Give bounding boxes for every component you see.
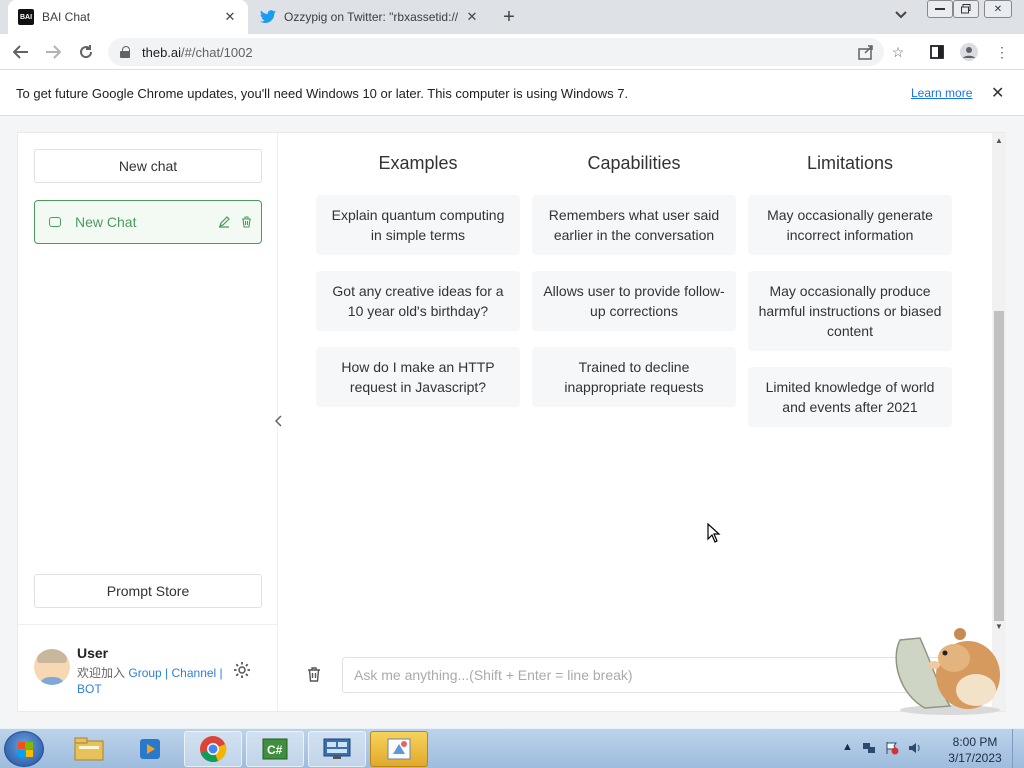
taskbar-csharp-editor-icon[interactable]: C#: [246, 731, 304, 767]
start-button[interactable]: [4, 731, 44, 767]
taskbar-remote-desktop-icon[interactable]: [308, 731, 366, 767]
url-text: theb.ai/#/chat/1002: [142, 44, 253, 60]
share-icon[interactable]: [857, 43, 875, 61]
show-hidden-icons-icon[interactable]: ▲: [842, 741, 853, 758]
message-input[interactable]: [342, 657, 952, 693]
examples-column: Examples Explain quantum computing in si…: [316, 153, 520, 423]
new-tab-icon[interactable]: +: [497, 5, 521, 29]
mouse-cursor-icon: [707, 522, 721, 548]
network-icon[interactable]: [862, 741, 876, 758]
column-title: Examples: [378, 153, 458, 173]
channel-link[interactable]: Channel: [172, 666, 217, 680]
minimize-window-icon[interactable]: [927, 0, 953, 18]
side-panel-icon[interactable]: [928, 43, 946, 61]
tab-title: BAI Chat: [42, 10, 91, 24]
profile-icon[interactable]: [960, 43, 978, 61]
browser-tab-strip: BAI BAI Chat ✕ Ozzypig on Twitter: "rbxa…: [0, 0, 1024, 34]
bookmark-star-icon[interactable]: ☆: [889, 43, 907, 61]
taskbar-clock[interactable]: 8:00 PM 3/17/2023: [942, 734, 1008, 766]
taskbar-explorer-icon[interactable]: [60, 731, 118, 767]
group-link[interactable]: Group: [128, 666, 161, 680]
delete-trash-icon[interactable]: [239, 215, 253, 229]
show-desktop-button[interactable]: [1012, 729, 1024, 768]
user-info: User 欢迎加入 Group | Channel | BOT: [18, 624, 278, 711]
close-tab-icon[interactable]: ✕: [222, 9, 238, 25]
clock-date: 3/17/2023: [948, 751, 1002, 765]
page-background: New chat New Chat Prompt Store User 欢迎加入…: [0, 116, 1024, 728]
system-tray: ▲: [842, 741, 922, 758]
taskbar-paint-icon[interactable]: [370, 731, 428, 767]
prompt-store-button[interactable]: Prompt Store: [34, 574, 262, 608]
reload-icon[interactable]: [76, 42, 96, 62]
user-community-links: 欢迎加入 Group | Channel | BOT: [77, 666, 223, 696]
column-title: Limitations: [806, 153, 894, 173]
taskbar-chrome-icon[interactable]: [184, 731, 242, 767]
limitation-item: Limited knowledge of world and events af…: [748, 367, 952, 427]
close-infobar-icon[interactable]: ✕: [991, 83, 1004, 103]
lock-icon: [120, 46, 130, 58]
chat-item-label: New Chat: [75, 214, 137, 230]
tab-title: Ozzypig on Twitter: "rbxassetid://: [284, 10, 459, 24]
limitation-item: May occasionally generate incorrect info…: [748, 195, 952, 255]
edit-pencil-icon[interactable]: [217, 215, 231, 229]
windows-taskbar: C# ▲ 8:00 PM 3/17/2023: [0, 728, 1024, 768]
update-infobar: To get future Google Chrome updates, you…: [0, 71, 1024, 116]
chat-list-item[interactable]: New Chat: [34, 200, 262, 244]
address-bar[interactable]: theb.ai/#/chat/1002: [108, 38, 884, 66]
avatar: [34, 649, 70, 685]
example-prompt[interactable]: Got any creative ideas for a 10 year old…: [316, 271, 520, 331]
settings-gear-icon[interactable]: [232, 660, 252, 680]
bai-favicon-icon: BAI: [18, 9, 34, 25]
volume-icon[interactable]: [908, 741, 922, 758]
chat-bubble-icon: [49, 217, 61, 227]
example-prompt[interactable]: How do I make an HTTP request in Javascr…: [316, 347, 520, 407]
action-center-flag-icon[interactable]: [885, 741, 899, 758]
capability-item: Remembers what user said earlier in the …: [532, 195, 736, 255]
close-window-icon[interactable]: ✕: [984, 0, 1012, 18]
tab-bai-chat[interactable]: BAI BAI Chat ✕: [8, 0, 248, 34]
browser-toolbar: theb.ai/#/chat/1002 ☆ ⋮: [0, 34, 1024, 70]
user-name: User: [77, 645, 109, 661]
tab-twitter[interactable]: Ozzypig on Twitter: "rbxassetid:// ✕: [250, 0, 490, 34]
chat-app-card: New chat New Chat Prompt Store User 欢迎加入…: [17, 132, 1006, 712]
tab-search-chevron-icon[interactable]: [895, 8, 907, 22]
taskbar-media-player-icon[interactable]: [122, 731, 180, 767]
back-arrow-icon[interactable]: [11, 42, 31, 62]
forward-arrow-icon[interactable]: [43, 42, 63, 62]
clear-chat-trash-icon[interactable]: [305, 664, 323, 684]
learn-more-link[interactable]: Learn more: [911, 86, 972, 100]
new-chat-button[interactable]: New chat: [34, 149, 262, 183]
more-menu-icon[interactable]: ⋮: [993, 43, 1011, 61]
hamster-sticker-image: [880, 620, 1005, 715]
limitations-column: Limitations May occasionally generate in…: [748, 153, 952, 443]
svg-text:C#: C#: [267, 743, 283, 757]
capability-item: Trained to decline inappropriate request…: [532, 347, 736, 407]
limitation-item: May occasionally produce harmful instruc…: [748, 271, 952, 351]
capability-item: Allows user to provide follow-up correct…: [532, 271, 736, 331]
clock-time: 8:00 PM: [952, 735, 998, 749]
scroll-up-arrow-icon[interactable]: ▲: [995, 136, 1003, 145]
sidebar: New chat New Chat Prompt Store User 欢迎加入…: [18, 133, 282, 711]
capabilities-column: Capabilities Remembers what user said ea…: [532, 153, 736, 423]
example-prompt[interactable]: Explain quantum computing in simple term…: [316, 195, 520, 255]
close-tab-icon[interactable]: ✕: [464, 9, 480, 25]
scrollbar-thumb[interactable]: [994, 311, 1004, 621]
restore-window-icon[interactable]: [953, 0, 979, 18]
twitter-icon: [260, 9, 276, 25]
bot-link[interactable]: BOT: [77, 682, 102, 696]
windows-logo-icon: [18, 742, 34, 758]
column-title: Capabilities: [587, 153, 681, 173]
infobar-message: To get future Google Chrome updates, you…: [16, 85, 629, 101]
